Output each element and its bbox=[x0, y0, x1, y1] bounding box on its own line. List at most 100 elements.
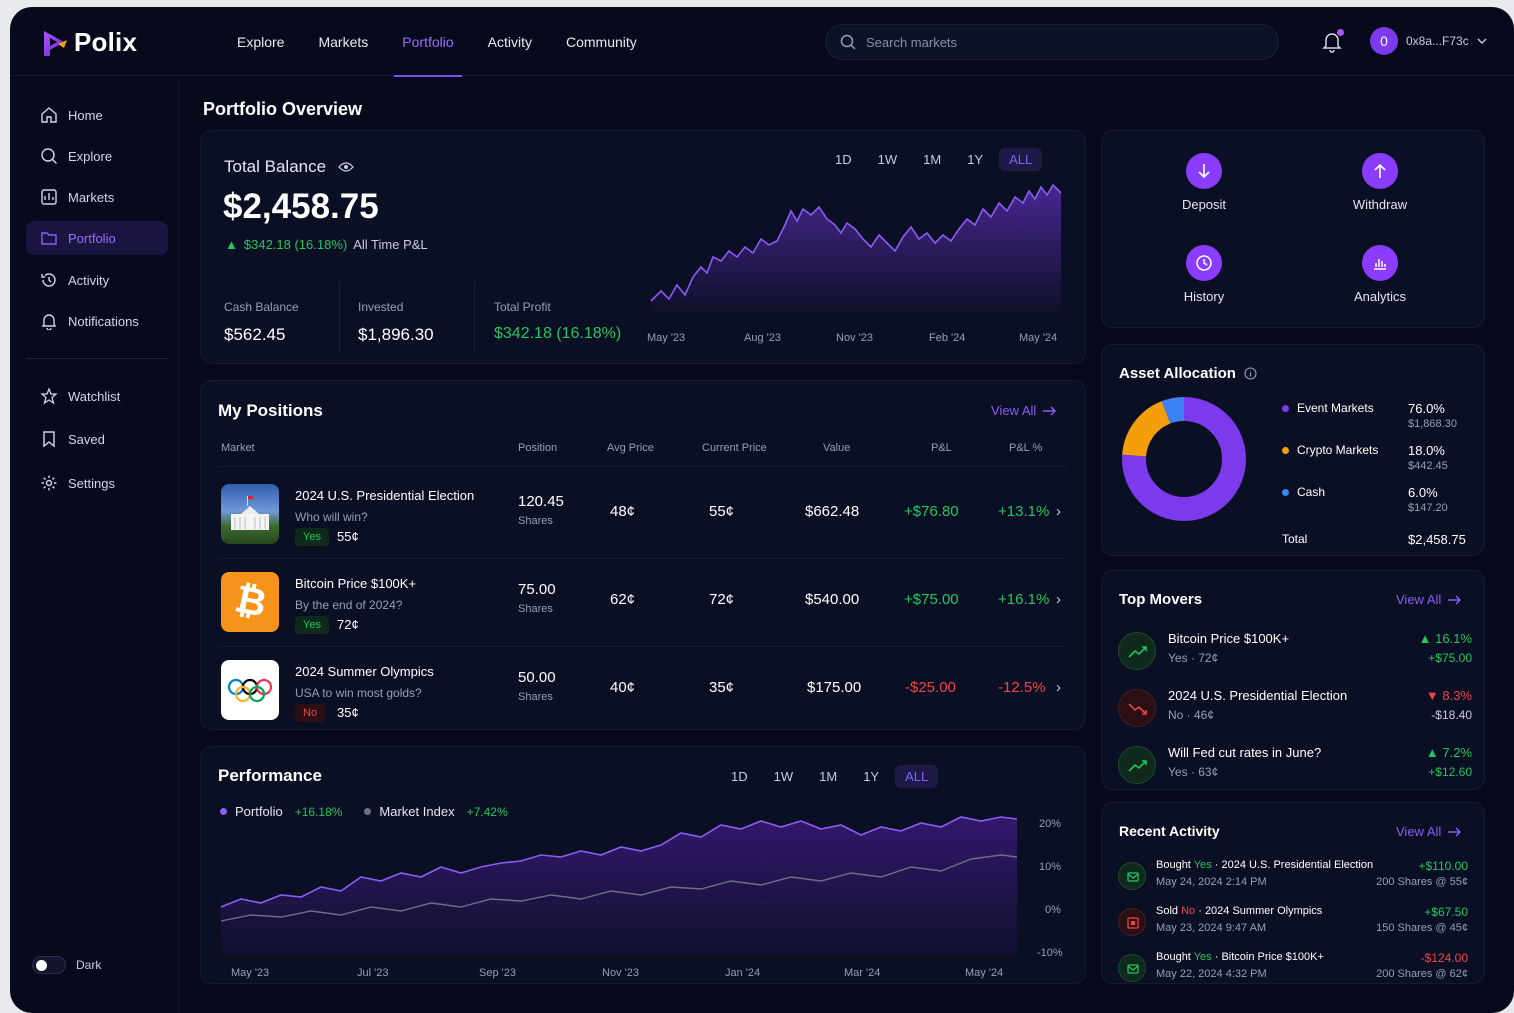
list-item[interactable]: Will Fed cut rates in June? Yes · 63¢ ▲ … bbox=[1118, 739, 1472, 791]
sidebar-item-home[interactable]: Home bbox=[26, 98, 168, 132]
timeframe-all[interactable]: ALL bbox=[895, 765, 939, 788]
chevron-right-icon[interactable]: › bbox=[1056, 591, 1061, 608]
user-menu[interactable]: 0 0x8a...F73c bbox=[1370, 27, 1487, 55]
list-item[interactable]: Sold No · 2024 Summer Olympics May 23, 2… bbox=[1118, 903, 1468, 943]
position-value: $175.00 bbox=[807, 679, 862, 696]
top-bar: Polix Explore Markets Portfolio Activity… bbox=[10, 7, 1514, 77]
eye-icon[interactable] bbox=[338, 161, 354, 173]
top-movers-card: Top Movers View All Bitcoin Price $100K+… bbox=[1101, 570, 1485, 790]
sidebar-item-activity[interactable]: Activity bbox=[26, 263, 168, 297]
sidebar-item-saved[interactable]: Saved bbox=[26, 422, 168, 456]
theme-toggle[interactable]: Dark bbox=[32, 956, 101, 974]
top-movers-view-all[interactable]: View All bbox=[1396, 592, 1462, 607]
y-tick-label: 0% bbox=[1045, 904, 1061, 916]
notification-badge bbox=[1337, 29, 1344, 36]
table-row[interactable]: ₿ Bitcoin Price $100K+ By the end of 202… bbox=[201, 559, 1085, 647]
nav-portfolio[interactable]: Portfolio bbox=[385, 7, 470, 77]
chevron-right-icon[interactable]: › bbox=[1056, 503, 1061, 520]
stat-divider bbox=[474, 281, 475, 353]
chevron-right-icon[interactable]: › bbox=[1056, 679, 1061, 696]
timeframe-1w[interactable]: 1W bbox=[868, 148, 908, 171]
allocation-amount: $1,868.30 bbox=[1408, 418, 1457, 430]
info-icon[interactable] bbox=[1244, 367, 1257, 380]
trend-up-icon bbox=[1118, 746, 1156, 784]
allocation-donut bbox=[1122, 397, 1246, 521]
col-header-market: Market bbox=[221, 442, 255, 454]
x-tick-label: Mar '24 bbox=[844, 967, 880, 979]
legend-item: Event Markets bbox=[1282, 401, 1374, 415]
nav-activity[interactable]: Activity bbox=[471, 7, 549, 76]
positions-view-all[interactable]: View All bbox=[991, 403, 1057, 418]
y-tick-label: -10% bbox=[1037, 947, 1063, 959]
home-icon bbox=[41, 107, 57, 123]
notifications-button[interactable] bbox=[1322, 29, 1344, 58]
search-input[interactable] bbox=[866, 34, 1256, 50]
sidebar-item-label: Notifications bbox=[68, 313, 139, 329]
list-item[interactable]: Bitcoin Price $100K+ Yes · 72¢ ▲ 16.1% +… bbox=[1118, 625, 1472, 677]
nav-explore[interactable]: Explore bbox=[220, 7, 301, 76]
list-item[interactable]: 2024 U.S. Presidential Election No · 46¢… bbox=[1118, 682, 1472, 734]
x-tick-label: May '24 bbox=[965, 967, 1003, 979]
sidebar-item-settings[interactable]: Settings bbox=[26, 466, 168, 500]
history-button[interactable]: History bbox=[1144, 245, 1264, 304]
arrow-up-icon bbox=[1362, 153, 1398, 189]
timeframe-1y[interactable]: 1Y bbox=[853, 765, 889, 788]
mover-amount: +$75.00 bbox=[1428, 651, 1472, 665]
list-item[interactable]: Bought Yes · Bitcoin Price $100K+ May 22… bbox=[1118, 949, 1468, 989]
analytics-button[interactable]: Analytics bbox=[1320, 245, 1440, 304]
up-arrow-icon: ▲ bbox=[1418, 631, 1432, 646]
position-shares: 50.00 bbox=[518, 669, 556, 686]
timeframe-1m[interactable]: 1M bbox=[913, 148, 951, 171]
cash-balance-label: Cash Balance bbox=[224, 300, 299, 314]
theme-label: Dark bbox=[76, 958, 102, 972]
sidebar-item-explore[interactable]: Explore bbox=[26, 139, 168, 173]
sidebar-item-markets[interactable]: Markets bbox=[26, 180, 168, 214]
position-unit: Shares bbox=[518, 515, 553, 527]
position-shares: 75.00 bbox=[518, 581, 556, 598]
timeframe-1d[interactable]: 1D bbox=[825, 148, 862, 171]
mover-title: Will Fed cut rates in June? bbox=[1168, 745, 1322, 760]
list-item[interactable]: Bought Yes · 2024 U.S. Presidential Elec… bbox=[1118, 857, 1468, 897]
timeframe-1d[interactable]: 1D bbox=[721, 765, 758, 788]
sidebar-item-label: Portfolio bbox=[68, 230, 116, 246]
mover-pct-value: 16.1% bbox=[1435, 631, 1472, 646]
timeframe-1m[interactable]: 1M bbox=[809, 765, 847, 788]
deposit-button[interactable]: Deposit bbox=[1144, 153, 1264, 212]
timeframe-1w[interactable]: 1W bbox=[764, 765, 804, 788]
table-row[interactable]: 2024 Summer Olympics USA to win most gol… bbox=[201, 647, 1085, 735]
arrow-right-icon bbox=[1448, 827, 1462, 836]
sidebar-item-notifications[interactable]: Notifications bbox=[26, 304, 168, 338]
activity-market: Bitcoin Price $100K+ bbox=[1221, 951, 1324, 963]
timeframe-all[interactable]: ALL bbox=[999, 148, 1043, 171]
sidebar-item-portfolio[interactable]: Portfolio bbox=[26, 221, 168, 255]
position-pnl-pct: +16.1% bbox=[998, 591, 1050, 608]
col-header-avg-price: Avg Price bbox=[607, 442, 654, 454]
allocation-pct: 18.0% bbox=[1408, 443, 1445, 458]
activity-shares: 200 Shares @ 55¢ bbox=[1376, 876, 1468, 888]
avg-price: 40¢ bbox=[610, 679, 636, 696]
history-icon bbox=[41, 273, 56, 287]
x-tick-label: Aug '23 bbox=[744, 332, 781, 344]
sidebar-item-watchlist[interactable]: Watchlist bbox=[26, 379, 168, 413]
col-header-pnl-pct: P&L % bbox=[1009, 442, 1043, 454]
avatar: 0 bbox=[1370, 27, 1398, 55]
allocation-name: Crypto Markets bbox=[1297, 443, 1379, 457]
y-tick-label: 10% bbox=[1039, 861, 1061, 873]
nav-markets[interactable]: Markets bbox=[301, 7, 385, 76]
recent-activity-card: Recent Activity View All Bought Yes · 20… bbox=[1101, 802, 1485, 984]
activity-title: Sold No · 2024 Summer Olympics bbox=[1156, 905, 1323, 917]
trend-down-icon bbox=[1118, 689, 1156, 727]
position-value: $540.00 bbox=[805, 591, 860, 608]
search-bar[interactable] bbox=[825, 24, 1279, 60]
nav-community[interactable]: Community bbox=[549, 7, 654, 76]
sidebar-item-label: Explore bbox=[68, 148, 113, 164]
position-pnl-pct: +13.1% bbox=[998, 503, 1050, 520]
table-row[interactable]: 2024 U.S. Presidential Election Who will… bbox=[201, 471, 1085, 559]
toggle-switch[interactable] bbox=[32, 956, 66, 974]
app-logo[interactable]: Polix bbox=[40, 27, 137, 58]
withdraw-button[interactable]: Withdraw bbox=[1320, 153, 1440, 212]
recent-activity-view-all[interactable]: View All bbox=[1396, 824, 1462, 839]
view-all-label: View All bbox=[991, 403, 1037, 418]
position-value: $662.48 bbox=[805, 503, 860, 520]
timeframe-1y[interactable]: 1Y bbox=[957, 148, 993, 171]
